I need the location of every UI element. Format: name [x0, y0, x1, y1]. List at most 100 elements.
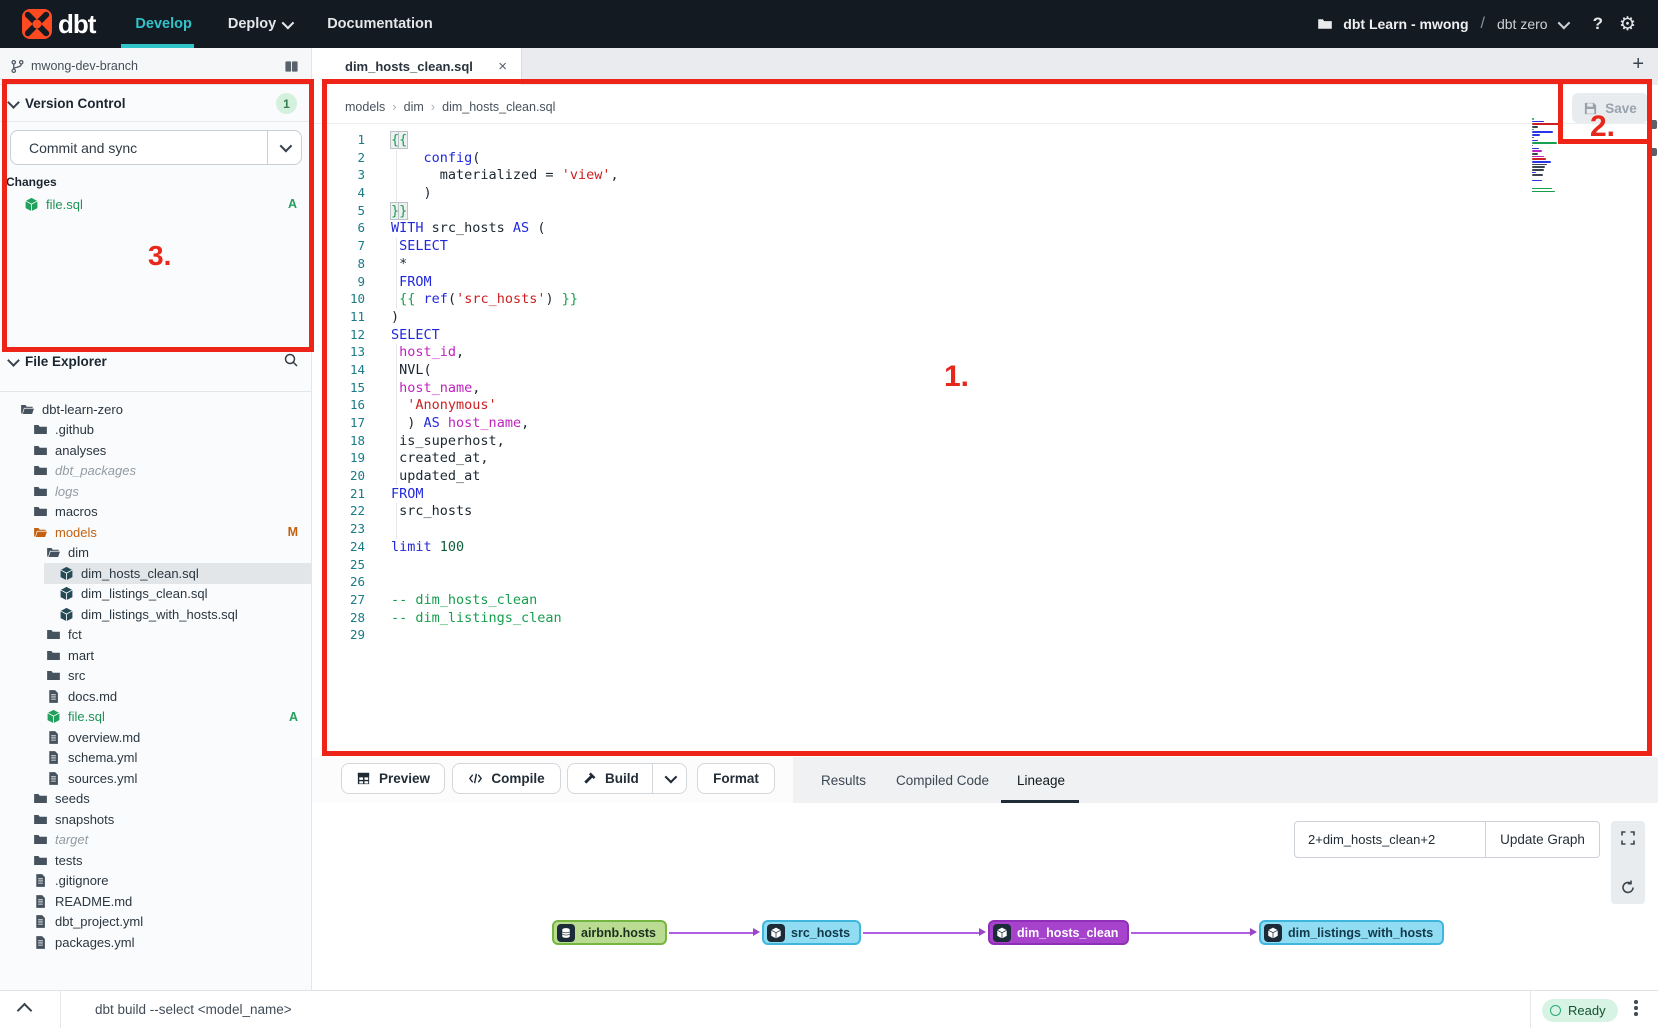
build-options-dropdown[interactable]: [652, 764, 686, 793]
collapse-panel-icon[interactable]: [18, 1003, 32, 1013]
tree-item-seeds[interactable]: seeds: [0, 789, 311, 810]
code-line-10[interactable]: 10 {{ ref('src_hosts') }}: [312, 291, 1512, 309]
tree-item-dbt-project-yml[interactable]: dbt_project.yml: [0, 912, 311, 933]
tree-item-packages-yml[interactable]: packages.yml: [0, 932, 311, 953]
tree-item-analyses[interactable]: analyses: [0, 440, 311, 461]
gear-icon[interactable]: ⚙: [1619, 13, 1636, 36]
breadcrumb-file[interactable]: dim_hosts_clean.sql: [442, 100, 555, 114]
tree-item-macros[interactable]: macros: [0, 502, 311, 523]
tree-item-file-sql[interactable]: file.sqlA: [0, 707, 311, 728]
code-line-11[interactable]: 11): [312, 309, 1512, 327]
tree-item-target[interactable]: target: [0, 830, 311, 851]
search-icon[interactable]: [283, 352, 299, 371]
tree-item-readme-md[interactable]: README.md: [0, 891, 311, 912]
lineage-node-airbnb-hosts[interactable]: airbnb.hosts: [552, 920, 667, 945]
compile-button[interactable]: Compile: [452, 763, 561, 794]
tree-item-logs[interactable]: logs: [0, 481, 311, 502]
code-line-5[interactable]: 5}}: [312, 203, 1512, 221]
code-line-18[interactable]: 18 is_superhost,: [312, 433, 1512, 451]
tree-item-dim-hosts-clean-sql[interactable]: dim_hosts_clean.sql: [0, 563, 311, 584]
code-line-22[interactable]: 22 src_hosts: [312, 503, 1512, 521]
file-explorer-header[interactable]: File Explorer: [0, 352, 311, 371]
fullscreen-icon[interactable]: [1620, 830, 1636, 846]
nav-item-develop[interactable]: Develop: [135, 16, 191, 32]
tree-item-tests[interactable]: tests: [0, 850, 311, 871]
help-icon[interactable]: ?: [1593, 14, 1603, 34]
breadcrumb-models[interactable]: models: [345, 100, 385, 114]
kebab-menu-icon[interactable]: [1634, 1000, 1638, 1016]
tree-item-docs-md[interactable]: docs.md: [0, 686, 311, 707]
lineage-node-src-hosts[interactable]: src_hosts: [762, 920, 861, 945]
code-line-2[interactable]: 2 config(: [312, 150, 1512, 168]
code-line-28[interactable]: 28-- dim_listings_clean: [312, 610, 1512, 628]
tree-item-snapshots[interactable]: snapshots: [0, 809, 311, 830]
save-button[interactable]: Save: [1572, 93, 1648, 123]
format-button[interactable]: Format: [697, 763, 775, 794]
code-line-21[interactable]: 21FROM: [312, 486, 1512, 504]
reset-view-icon[interactable]: [1620, 879, 1636, 895]
build-button[interactable]: Build: [567, 763, 687, 794]
breadcrumb-dim[interactable]: dim: [404, 100, 424, 114]
book-icon[interactable]: [284, 59, 299, 74]
code-line-24[interactable]: 24limit 100: [312, 539, 1512, 557]
code-line-8[interactable]: 8 *: [312, 256, 1512, 274]
code-line-1[interactable]: 1{{: [312, 132, 1512, 150]
tree-item-dim-listings-clean-sql[interactable]: dim_listings_clean.sql: [0, 584, 311, 605]
code-line-29[interactable]: 29: [312, 627, 1512, 645]
nav-item-documentation[interactable]: Documentation: [327, 16, 433, 32]
code-line-27[interactable]: 27-- dim_hosts_clean: [312, 592, 1512, 610]
version-control-header[interactable]: Version Control 1: [0, 93, 311, 114]
tab-results[interactable]: Results: [821, 757, 866, 803]
code-line-14[interactable]: 14 NVL(: [312, 362, 1512, 380]
tree-item-overview-md[interactable]: overview.md: [0, 727, 311, 748]
tree-item-dim[interactable]: dim: [0, 543, 311, 564]
code-line-17[interactable]: 17 ) AS host_name,: [312, 415, 1512, 433]
environment-name[interactable]: dbt zero: [1497, 16, 1548, 32]
tree-item-models[interactable]: modelsM: [0, 522, 311, 543]
close-icon[interactable]: ×: [498, 58, 507, 75]
lineage-filter-input[interactable]: 2+dim_hosts_clean+2: [1294, 821, 1486, 858]
code-line-19[interactable]: 19 created_at,: [312, 450, 1512, 468]
tab-compiled-code[interactable]: Compiled Code: [896, 757, 989, 803]
tree-item-mart[interactable]: mart: [0, 645, 311, 666]
tree-item--gitignore[interactable]: .gitignore: [0, 871, 311, 892]
scrollbar-thumb[interactable]: [1650, 120, 1657, 129]
code-line-26[interactable]: 26: [312, 574, 1512, 592]
tab-lineage[interactable]: Lineage: [1017, 757, 1065, 803]
code-line-16[interactable]: 16 'Anonymous': [312, 397, 1512, 415]
new-tab-button[interactable]: +: [1632, 53, 1644, 76]
code-line-13[interactable]: 13 host_id,: [312, 344, 1512, 362]
project-name[interactable]: dbt Learn - mwong: [1343, 16, 1468, 32]
lineage-node-dim-listings-with-hosts[interactable]: dim_listings_with_hosts: [1259, 920, 1444, 945]
branch-name[interactable]: mwong-dev-branch: [31, 59, 138, 73]
tree-item-schema-yml[interactable]: schema.yml: [0, 748, 311, 769]
code-line-15[interactable]: 15 host_name,: [312, 380, 1512, 398]
update-graph-button[interactable]: Update Graph: [1486, 821, 1600, 858]
code-minimap[interactable]: [1532, 118, 1562, 196]
code-line-9[interactable]: 9 FROM: [312, 274, 1512, 292]
tree-item-src[interactable]: src: [0, 666, 311, 687]
nav-item-deploy[interactable]: Deploy: [228, 16, 291, 32]
commit-options-dropdown[interactable]: [267, 131, 301, 164]
tree-item--github[interactable]: .github: [0, 420, 311, 441]
tab-dim-hosts-clean[interactable]: dim_hosts_clean.sql ×: [312, 48, 522, 85]
code-line-12[interactable]: 12SELECT: [312, 327, 1512, 345]
scrollbar-thumb[interactable]: [1650, 148, 1657, 156]
dbt-logo[interactable]: dbt: [22, 9, 95, 40]
code-line-6[interactable]: 6WITH src_hosts AS (: [312, 220, 1512, 238]
chevron-down-icon[interactable]: [1557, 16, 1570, 29]
tree-item-dim-listings-with-hosts-sql[interactable]: dim_listings_with_hosts.sql: [0, 604, 311, 625]
tree-item-fct[interactable]: fct: [0, 625, 311, 646]
commit-and-sync-button[interactable]: Commit and sync: [10, 130, 302, 165]
code-line-25[interactable]: 25: [312, 557, 1512, 575]
preview-button[interactable]: Preview: [341, 763, 445, 794]
changed-file-row[interactable]: file.sql A: [0, 193, 311, 215]
tree-item-sources-yml[interactable]: sources.yml: [0, 768, 311, 789]
code-area[interactable]: 1{{2 config(3 materialized = 'view',4 )5…: [312, 132, 1512, 645]
code-line-7[interactable]: 7 SELECT: [312, 238, 1512, 256]
code-line-23[interactable]: 23: [312, 521, 1512, 539]
code-line-4[interactable]: 4 ): [312, 185, 1512, 203]
tree-item-dbt-learn-zero[interactable]: dbt-learn-zero: [0, 399, 311, 420]
command-input[interactable]: dbt build --select <model_name>: [95, 1002, 292, 1017]
code-line-20[interactable]: 20 updated_at: [312, 468, 1512, 486]
